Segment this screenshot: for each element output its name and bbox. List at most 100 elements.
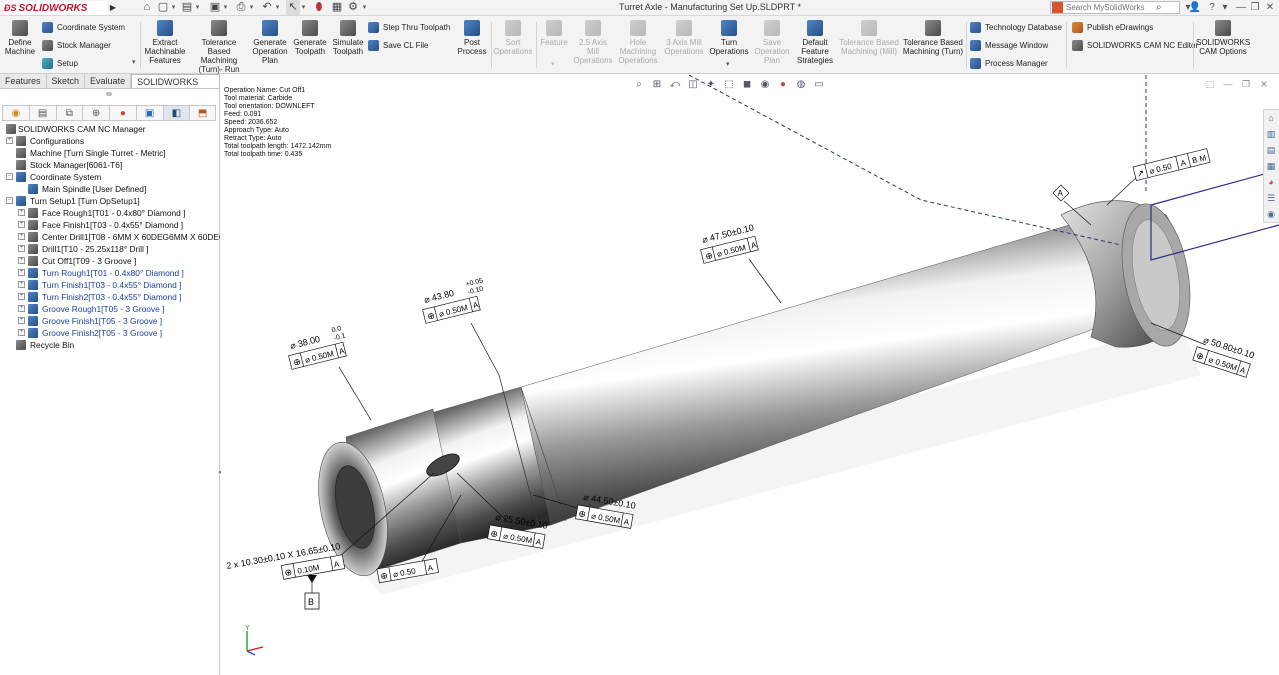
tree-operation[interactable]: + Groove Rough1[T05 - 3 Groove ]	[0, 303, 220, 315]
open-dropdown-icon[interactable]: ▾	[194, 0, 201, 15]
home-icon[interactable]: ⌂	[140, 0, 154, 15]
publish-edrawings-button[interactable]: Publish eDrawings	[1072, 22, 1153, 33]
dim-43-group[interactable]: ⌀ 43.80 +0.05 -0.10 ⊕ ⌀ 0.50M A	[418, 277, 489, 324]
solidworks-forum-icon[interactable]: ◉	[1264, 206, 1278, 222]
tolerance-mill-button[interactable]: Tolerance Based Machining (Mill)	[838, 20, 900, 56]
user-icon[interactable]: 👤	[1188, 1, 1202, 15]
define-machine-button[interactable]: Define Machine	[3, 20, 37, 56]
tree-turn-setup[interactable]: − Turn Setup1 [Turn OpSetup1]	[0, 195, 220, 207]
property-manager-tab-icon[interactable]: ▤	[28, 105, 56, 121]
cam-tool-tree-tab-icon[interactable]: ⬒	[189, 105, 216, 121]
tree-operation[interactable]: + Turn Rough1[T01 - 0.4x80° Diamond ]	[0, 267, 220, 279]
expand-icon[interactable]: +	[18, 233, 25, 240]
help-dropdown-icon[interactable]: ▾	[1218, 1, 1232, 15]
options-dropdown-icon[interactable]: ▾	[361, 0, 368, 15]
restore-icon[interactable]: ❐	[1248, 1, 1262, 15]
dim-50-group[interactable]: ⌀ 50.80±0.10 ⊕ ⌀ 0.50M A	[1192, 333, 1256, 378]
print-icon[interactable]: ⎙	[234, 0, 248, 15]
cam-feature-tree-tab-icon[interactable]: ▣	[135, 105, 163, 121]
zoom-to-area-icon[interactable]: ⊞	[649, 78, 665, 92]
expand-icon[interactable]: +	[18, 257, 25, 264]
datum-a-flag[interactable]: A	[1052, 184, 1070, 202]
hole-machining-button[interactable]: Hole Machining Operations	[616, 20, 660, 65]
save-dropdown-icon[interactable]: ▾	[222, 0, 229, 15]
options-gear-icon[interactable]: ⚙	[346, 0, 360, 15]
section-view-icon[interactable]: ◫	[685, 78, 701, 92]
expand-icon[interactable]: +	[18, 329, 25, 336]
file-explorer-icon[interactable]: ▤	[1264, 142, 1278, 158]
expand-icon[interactable]: +	[18, 281, 25, 288]
dim-slot-group[interactable]: 2 x 10.30±0.10 X 16.65±0.10 ⊕ 0.10M A	[226, 541, 346, 589]
viewport-close-icon[interactable]: ✕	[1255, 78, 1273, 90]
expand-icon[interactable]: +	[18, 305, 25, 312]
display-manager-tab-icon[interactable]: ●	[109, 105, 136, 121]
expand-icon[interactable]: +	[6, 137, 13, 144]
tab-solidworks-cam[interactable]: SOLIDWORKS CAM	[131, 74, 220, 101]
menu-expand-icon[interactable]: ▶	[109, 1, 117, 15]
tree-machine[interactable]: Machine [Turn Single Turret - Metric]	[0, 147, 220, 159]
tolerance-turn-run-button[interactable]: Tolerance Based Machining (Turn)- Run	[190, 20, 248, 74]
nc-editor-button[interactable]: SOLIDWORKS CAM NC Editor	[1072, 40, 1198, 51]
search-box[interactable]: ⌕	[1050, 1, 1180, 14]
expand-icon[interactable]: +	[18, 209, 25, 216]
tree-operation[interactable]: + Turn Finish2[T03 - 0.4x55° Diamond ]	[0, 291, 220, 303]
select-dropdown-icon[interactable]: ▾	[300, 0, 307, 15]
collapse-icon[interactable]: −	[6, 197, 13, 204]
fcf-top-group[interactable]: ↗ ⌀ 0.50 A B M	[1132, 148, 1211, 182]
view-settings-icon[interactable]: ▭	[811, 78, 827, 92]
post-process-button[interactable]: Post Process	[456, 20, 488, 56]
tree-recycle-bin[interactable]: Recycle Bin	[0, 339, 220, 351]
tab-features[interactable]: Features	[0, 74, 47, 88]
panel-grip-handle[interactable]	[106, 92, 112, 96]
new-dropdown-icon[interactable]: ▾	[170, 0, 177, 15]
dimxpert-manager-tab-icon[interactable]: ⊕	[82, 105, 109, 121]
tree-configurations[interactable]: + Configurations	[0, 135, 220, 147]
expand-icon[interactable]: +	[18, 317, 25, 324]
help-icon[interactable]: ?	[1205, 1, 1219, 15]
simulate-toolpath-button[interactable]: Simulate Toolpath	[330, 20, 366, 56]
setup-button[interactable]: Setup	[42, 58, 78, 69]
design-library-icon[interactable]: ▥	[1264, 126, 1278, 142]
axis25-mill-button[interactable]: 2.5 Axis Mill Operations	[572, 20, 614, 65]
tree-operation[interactable]: + Groove Finish1[T05 - 3 Groove ]	[0, 315, 220, 327]
apply-scene-icon[interactable]: ◍	[793, 78, 809, 92]
collapse-icon[interactable]: −	[6, 173, 13, 180]
feature-button[interactable]: Feature	[538, 20, 570, 47]
expand-icon[interactable]: +	[18, 245, 25, 252]
save-icon[interactable]: ▣	[208, 0, 222, 15]
viewport-expand-icon[interactable]: ⬚	[1201, 78, 1219, 90]
minimize-icon[interactable]: —	[1234, 1, 1248, 15]
solidworks-resources-icon[interactable]: ⌂	[1264, 110, 1278, 126]
display-style-icon[interactable]: ◼	[739, 78, 755, 92]
viewport-minimize-icon[interactable]: —	[1219, 78, 1237, 90]
dim-47-group[interactable]: ⌀ 47.50±0.10 ⊕ ⌀ 0.50M A	[697, 222, 759, 264]
zoom-to-fit-icon[interactable]: ⌕	[631, 78, 647, 92]
axis3-mill-button[interactable]: 3 Axis Mill Operations	[662, 20, 706, 56]
stock-manager-button[interactable]: Stock Manager	[42, 40, 111, 51]
search-icon[interactable]: ⌕	[1156, 2, 1162, 13]
tolerance-turn-button[interactable]: Tolerance Based Machining (Turn)	[902, 20, 964, 56]
view-orientation-icon[interactable]: ⬚	[721, 78, 737, 92]
tree-operation[interactable]: + Face Finish1[T03 - 0.4x55° Diamond ]	[0, 219, 220, 231]
select-arrow-icon[interactable]: ↖	[286, 0, 300, 15]
open-folder-icon[interactable]: ▤	[180, 0, 194, 15]
tree-operation[interactable]: + Drill1[T10 - 25.25x118° Drill ]	[0, 243, 220, 255]
part-model-scene[interactable]: ⌀ 38.00 0.0 -0.1 ⊕ ⌀ 0.50M A ⌀ 43.80 +0.…	[221, 75, 1279, 675]
process-manager-button[interactable]: Process Manager	[970, 58, 1048, 69]
search-input[interactable]	[1066, 3, 1156, 12]
coordinate-system-button[interactable]: Coordinate System	[42, 22, 125, 33]
expand-icon[interactable]: +	[18, 269, 25, 276]
solidworks-logo[interactable]: ƉS SOLIDWORKS	[4, 1, 108, 15]
technology-database-button[interactable]: Technology Database	[970, 22, 1062, 33]
view-palette-icon[interactable]: ▦	[1264, 158, 1278, 174]
tree-stock-manager[interactable]: Stock Manager[6061-T6]	[0, 159, 220, 171]
cam-operation-tree-tab-icon[interactable]: ◧	[162, 105, 190, 121]
generate-toolpath-button[interactable]: Generate Toolpath	[292, 20, 328, 56]
save-plan-button[interactable]: Save Operation Plan	[752, 20, 792, 65]
graphics-viewport[interactable]: ⌀ 38.00 0.0 -0.1 ⊕ ⌀ 0.50M A ⌀ 43.80 +0.…	[221, 75, 1279, 675]
extract-features-button[interactable]: Extract Machinable Features	[143, 20, 187, 65]
default-strategies-button[interactable]: Default Feature Strategies	[794, 20, 836, 65]
step-thru-toolpath-button[interactable]: Step Thru Toolpath	[368, 22, 450, 33]
viewport-restore-icon[interactable]: ❐	[1237, 78, 1255, 90]
tree-operation[interactable]: + Face Rough1[T01 - 0.4x80° Diamond ]	[0, 207, 220, 219]
